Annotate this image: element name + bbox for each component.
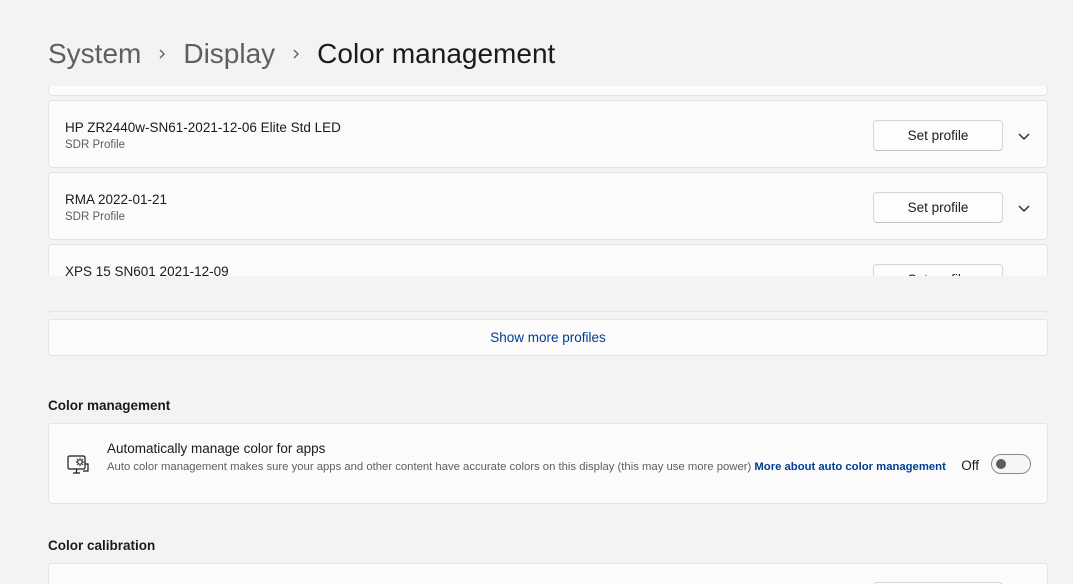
auto-color-description: Auto color management makes sure your ap…: [107, 459, 947, 475]
set-profile-button[interactable]: Set profile: [873, 120, 1003, 151]
show-more-profiles-button[interactable]: Show more profiles: [48, 319, 1048, 356]
monitor-brightness-icon: [66, 452, 90, 476]
breadcrumb-system[interactable]: System: [48, 38, 141, 70]
profile-row[interactable]: XPS 15 SN601 2021-12-09 SDR Profile Set …: [48, 244, 1048, 276]
profile-card-partial: [48, 86, 1048, 96]
profile-name: RMA 2022-01-21: [65, 192, 168, 207]
section-title-color-calibration: Color calibration: [48, 538, 156, 553]
list-footer: [48, 276, 1048, 312]
set-profile-button[interactable]: Set profile: [873, 264, 1003, 276]
page-title: Color management: [317, 38, 556, 69]
chevron-down-icon[interactable]: [1017, 201, 1031, 215]
profile-type: SDR Profile: [65, 211, 126, 223]
set-profile-button[interactable]: Set profile: [873, 192, 1003, 223]
profile-row[interactable]: HP ZR2440w-SN61-2021-12-06 Elite Std LED…: [48, 100, 1048, 168]
auto-color-toggle[interactable]: [991, 454, 1031, 474]
profiles-list[interactable]: HP ZR2440w-SN61-2021-12-06 Elite Std LED…: [48, 86, 1048, 276]
auto-color-management-card: Automatically manage color for apps Auto…: [48, 423, 1048, 504]
profile-row[interactable]: RMA 2022-01-21 SDR Profile Set profile: [48, 172, 1048, 240]
breadcrumb: System Display Color management: [48, 34, 555, 74]
chevron-right-icon: [141, 48, 183, 60]
toggle-knob: [996, 459, 1006, 469]
section-title-color-management: Color management: [48, 398, 171, 413]
chevron-down-icon[interactable]: [1017, 129, 1031, 143]
auto-color-description-text: Auto color management makes sure your ap…: [107, 461, 752, 473]
profile-name: HP ZR2440w-SN61-2021-12-06 Elite Std LED: [65, 120, 341, 135]
color-calibration-card: [48, 563, 1048, 584]
more-about-auto-color-link[interactable]: More about auto color management: [754, 461, 945, 473]
profile-type: SDR Profile: [65, 139, 126, 151]
auto-color-title: Automatically manage color for apps: [107, 441, 326, 456]
breadcrumb-display[interactable]: Display: [183, 38, 275, 70]
toggle-state-label: Off: [961, 458, 979, 473]
chevron-right-icon: [275, 48, 317, 60]
profile-name: XPS 15 SN601 2021-12-09: [65, 264, 229, 276]
